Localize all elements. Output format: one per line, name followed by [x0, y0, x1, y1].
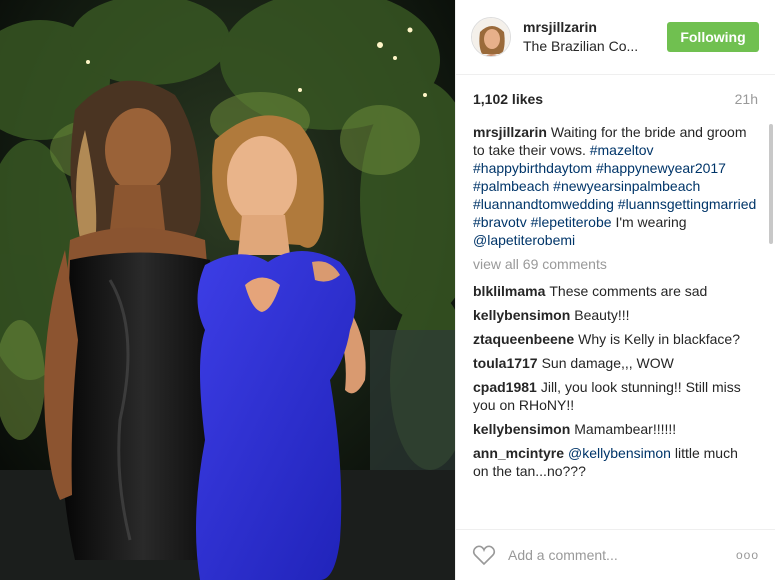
add-comment-input[interactable]: Add a comment... — [508, 547, 736, 563]
post-footer: Add a comment... ooo — [456, 529, 775, 580]
comments-scrollbar[interactable] — [769, 124, 773, 244]
hashtag[interactable]: #luannandtomwedding — [473, 196, 614, 212]
hashtag[interactable]: #newyearsinpalmbeach — [553, 178, 700, 194]
photo-illustration — [0, 0, 455, 580]
avatar[interactable] — [471, 17, 511, 57]
hashtag[interactable]: #palmbeach — [473, 178, 549, 194]
comment-username[interactable]: blklilmama — [473, 283, 545, 299]
comment-username[interactable]: ztaqueenbeene — [473, 331, 574, 347]
hashtag[interactable]: #bravotv — [473, 214, 527, 230]
header-info: mrsjillzarin The Brazilian Co... — [523, 18, 667, 56]
post-location[interactable]: The Brazilian Co... — [523, 36, 667, 56]
post-header: mrsjillzarin The Brazilian Co... Followi… — [456, 0, 775, 75]
avatar-image — [472, 18, 510, 56]
comment: cpad1981 Jill, you look stunning!! Still … — [473, 378, 757, 414]
post-photo[interactable] — [0, 0, 455, 580]
heart-icon[interactable] — [472, 544, 496, 566]
view-all-comments-link[interactable]: view all 69 comments — [473, 255, 757, 273]
comment-username[interactable]: kellybensimon — [473, 307, 570, 323]
comment-text: Mamambear!!!!!! — [574, 421, 677, 437]
hashtag[interactable]: #happynewyear2017 — [596, 160, 726, 176]
instagram-post-view: mrsjillzarin The Brazilian Co... Followi… — [0, 0, 775, 580]
comment: ann_mcintyre @kellybensimon little much o… — [473, 444, 757, 480]
comment-text: Beauty!!! — [574, 307, 630, 323]
caption-username[interactable]: mrsjillzarin — [473, 124, 547, 140]
hashtag[interactable]: #mazeltov — [590, 142, 654, 158]
comment-username[interactable]: kellybensimon — [473, 421, 570, 437]
comment-mention[interactable]: @kellybensimon — [568, 445, 671, 461]
post-sidebar: mrsjillzarin The Brazilian Co... Followi… — [455, 0, 775, 580]
hashtag[interactable]: #happybirthdaytom — [473, 160, 592, 176]
comments-section: mrsjillzarin Waiting for the bride and gr… — [473, 123, 757, 523]
post-timestamp[interactable]: 21h — [735, 91, 758, 107]
comment-username[interactable]: ann_mcintyre — [473, 445, 564, 461]
more-options-icon[interactable]: ooo — [736, 548, 759, 562]
hashtag[interactable]: #luannsgettingmarried — [618, 196, 757, 212]
caption-mention[interactable]: @lapetiterobemi — [473, 232, 575, 248]
following-button[interactable]: Following — [667, 22, 759, 52]
caption: mrsjillzarin Waiting for the bride and gr… — [473, 123, 757, 249]
comment-text: Sun damage,,, WOW — [541, 355, 674, 371]
likes-count[interactable]: 1,102 likes — [473, 91, 543, 107]
comment-username[interactable]: cpad1981 — [473, 379, 537, 395]
comment: kellybensimon Mamambear!!!!!! — [473, 420, 757, 438]
comment: toula1717 Sun damage,,, WOW — [473, 354, 757, 372]
comment-text: Why is Kelly in blackface? — [578, 331, 740, 347]
comment: ztaqueenbeene Why is Kelly in blackface? — [473, 330, 757, 348]
hashtag[interactable]: #lepetiterobe — [531, 214, 612, 230]
comment: kellybensimon Beauty!!! — [473, 306, 757, 324]
post-username[interactable]: mrsjillzarin — [523, 18, 667, 36]
post-meta: 1,102 likes 21h — [456, 75, 775, 123]
caption-text-2: I'm wearing — [615, 214, 687, 230]
comment: blklilmama These comments are sad — [473, 282, 757, 300]
comment-username[interactable]: toula1717 — [473, 355, 538, 371]
comment-text: These comments are sad — [549, 283, 708, 299]
